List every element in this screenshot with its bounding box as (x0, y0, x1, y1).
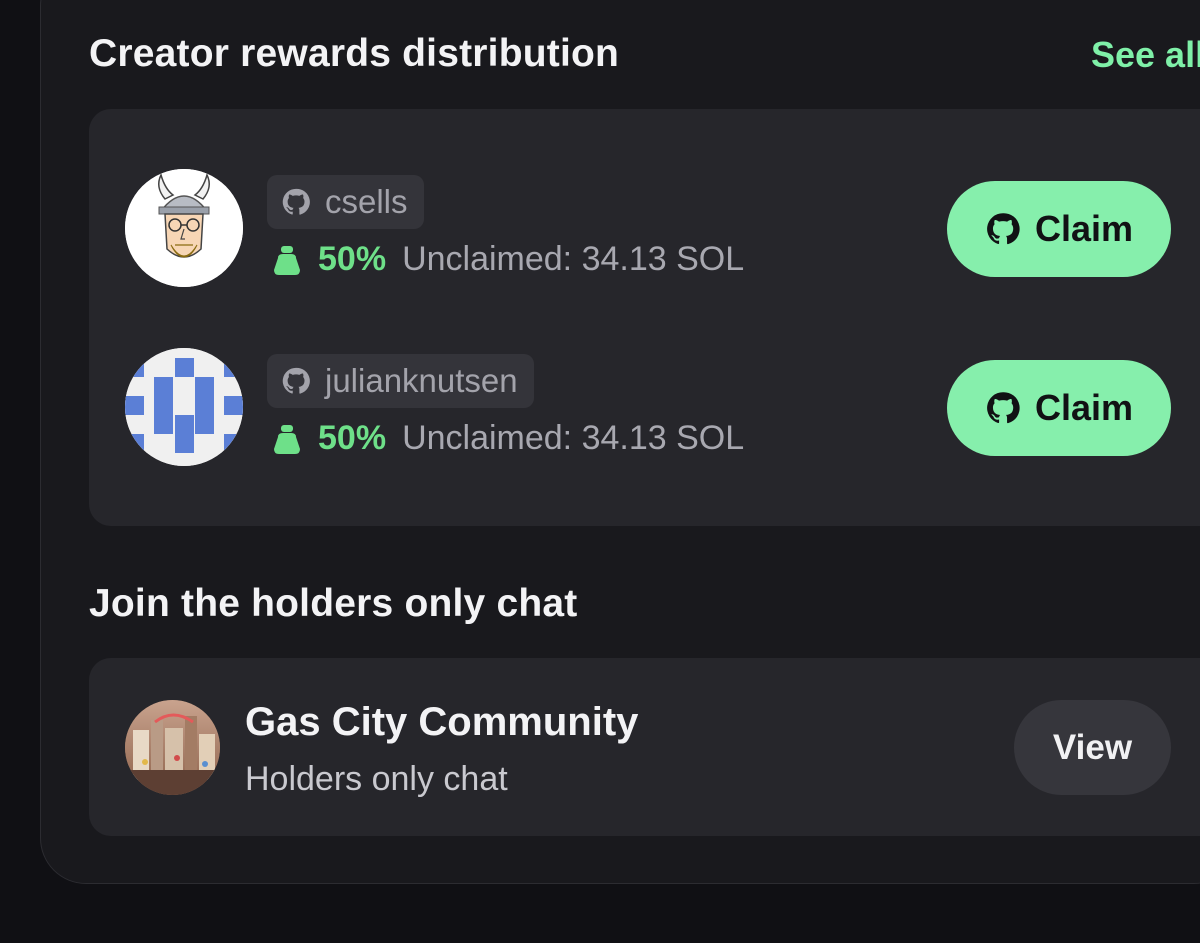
chat-section-title: Join the holders only chat (89, 582, 578, 625)
creator-stats: 50% Unclaimed: 34.13 SOL (272, 240, 744, 279)
claim-button-label: Claim (1034, 208, 1134, 249)
creator-avatar-csells (125, 169, 243, 287)
share-percent: 50% (318, 240, 387, 278)
github-icon (987, 392, 1020, 424)
creator-handle: csells (325, 183, 408, 220)
share-percent: 50% (318, 419, 387, 457)
community-photo-avatar-icon (125, 700, 220, 795)
github-handle-chip[interactable]: csells (267, 175, 424, 229)
creator-avatar-julianknutsen (125, 348, 243, 466)
rewards-section-title: Creator rewards distribution (89, 32, 620, 75)
see-all-link[interactable]: See all (1091, 34, 1200, 76)
claim-button-label: Claim (1034, 387, 1134, 428)
github-icon (282, 188, 310, 215)
creator-stats: 50% Unclaimed: 34.13 SOL (272, 419, 744, 458)
github-handle-chip[interactable]: julianknutsen (267, 354, 534, 408)
money-bag-icon (274, 245, 300, 275)
claim-button[interactable]: Claim (947, 360, 1171, 456)
chat-subtitle: Holders only chat (245, 760, 508, 798)
claim-button[interactable]: Claim (947, 181, 1171, 277)
rewards-card (89, 109, 1200, 526)
creator-handle: julianknutsen (325, 362, 518, 399)
github-icon (987, 213, 1020, 245)
unclaimed-amount: Unclaimed: 34.13 SOL (402, 419, 745, 457)
community-avatar (125, 700, 220, 795)
unclaimed-amount: Unclaimed: 34.13 SOL (402, 240, 745, 278)
viking-cartoon-avatar-icon (125, 169, 243, 287)
blue-pixel-identicon-avatar-icon (125, 348, 243, 466)
chat-name: Gas City Community (245, 700, 639, 744)
view-button[interactable]: View (1014, 700, 1171, 795)
github-icon (282, 367, 310, 394)
money-bag-icon (274, 424, 300, 454)
